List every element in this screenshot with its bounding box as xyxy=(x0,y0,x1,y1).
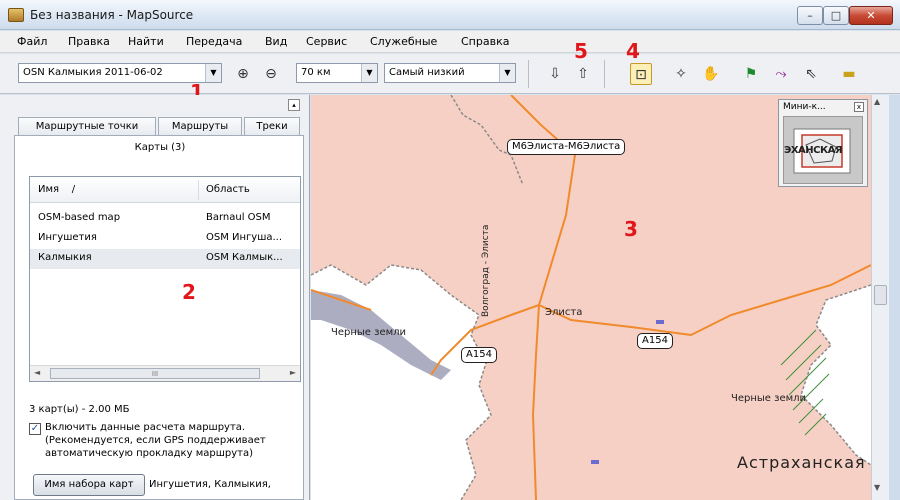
window-title: Без названия - MapSource xyxy=(30,8,194,22)
map-name: Калмыкия xyxy=(38,252,92,263)
map-marker xyxy=(591,460,599,464)
map-area: OSM Калмык... xyxy=(206,252,283,263)
scroll-left-icon[interactable]: ◄ xyxy=(34,368,40,377)
app-icon xyxy=(8,8,24,22)
maps-list: Имя / Область OSM-based map Barnaul OSM … xyxy=(29,176,301,382)
mini-map-title: Мини-к... xyxy=(783,102,826,112)
left-panel: ▴ Маршрутные точки Маршруты Треки Карты … xyxy=(0,95,310,500)
toolbar: OSN Калмыкия 2011-06-02 ▼ ⊕ ⊖ 70 км ▼ Са… xyxy=(0,54,900,94)
title-bar: Без названия - MapSource – □ ✕ xyxy=(0,0,900,30)
area-label-black-lands-right: Черные земли xyxy=(731,393,807,404)
close-button[interactable]: ✕ xyxy=(849,6,893,25)
road-label-a154-right: A154 xyxy=(637,333,673,349)
maps-tab-pane: Карты (3) Имя / Область OSM-based map Ba… xyxy=(14,135,304,500)
callout-4: 4 xyxy=(626,39,640,63)
callout-5: 5 xyxy=(574,39,588,63)
tab-tracks[interactable]: Треки xyxy=(244,117,300,137)
zoom-out-icon[interactable]: ⊖ xyxy=(260,63,282,85)
hand-tool-icon[interactable]: ✋ xyxy=(700,63,722,85)
mini-map-view[interactable]: ЭХАНСКАЯ xyxy=(783,116,863,184)
menu-help[interactable]: Справка xyxy=(461,35,509,48)
chevron-down-icon: ▼ xyxy=(361,64,377,82)
mapset-name-button[interactable]: Имя набора карт xyxy=(33,474,145,496)
list-item[interactable]: Калмыкия OSM Калмык... xyxy=(30,249,300,269)
tab-routes[interactable]: Маршруты xyxy=(158,117,242,137)
chevron-down-icon: ▼ xyxy=(499,64,515,82)
road-label-m6: M6Элиста-M6Элиста xyxy=(507,139,626,155)
horizontal-scrollbar[interactable]: ◄ III ► xyxy=(30,365,300,381)
route-data-checkbox-label: Включить данные расчета маршрута. (Реком… xyxy=(45,422,266,459)
chevron-down-icon: ▼ xyxy=(205,64,221,82)
map-select-tool-icon[interactable]: ⊡ xyxy=(630,63,652,85)
road-label-a154-left: A154 xyxy=(461,347,497,363)
column-name-label: Имя xyxy=(38,184,60,195)
menu-tools[interactable]: Сервис xyxy=(306,35,347,48)
maximize-button[interactable]: □ xyxy=(823,6,849,25)
region-label-astrakhan: Астраханская xyxy=(737,453,866,472)
list-item[interactable]: Ингушетия OSM Ингуша... xyxy=(30,229,300,249)
list-header: Имя / Область xyxy=(30,177,300,203)
scroll-thumb[interactable] xyxy=(874,285,887,305)
close-icon[interactable]: x xyxy=(854,102,864,112)
column-divider[interactable] xyxy=(198,180,199,200)
zoom-in-icon[interactable]: ⊕ xyxy=(232,63,254,85)
menu-file[interactable]: Файл xyxy=(17,35,47,48)
toolbar-separator xyxy=(528,60,529,88)
menu-find[interactable]: Найти xyxy=(128,35,164,48)
zoom-scale-value: 70 км xyxy=(301,67,331,78)
toolbar-separator xyxy=(604,60,605,88)
map-name: Ингушетия xyxy=(38,232,97,243)
menu-bar: Файл Правка Найти Передача Вид Сервис Сл… xyxy=(0,31,900,53)
mini-map-label: ЭХАНСКАЯ xyxy=(784,145,843,156)
map-area: Barnaul OSM xyxy=(206,212,271,223)
measure-tool-icon[interactable]: ▬ xyxy=(838,63,860,85)
scroll-up-icon[interactable]: ▲ xyxy=(874,97,880,106)
map-name: OSM-based map xyxy=(38,212,121,223)
select-pointer-icon[interactable]: ⇖ xyxy=(800,63,822,85)
column-header-name[interactable]: Имя / xyxy=(38,184,75,195)
column-header-area[interactable]: Область xyxy=(206,184,250,195)
road-label-vertical: Волгоград - Элиста xyxy=(481,224,491,317)
window-frame-right xyxy=(889,95,900,500)
mini-map-window[interactable]: Мини-к... x ЭХАНСКАЯ xyxy=(778,99,868,187)
detail-level-select[interactable]: Самый низкий ▼ xyxy=(384,63,516,83)
scroll-down-icon[interactable]: ▼ xyxy=(874,483,880,492)
scroll-thumb[interactable]: III xyxy=(50,368,260,379)
minimize-button[interactable]: – xyxy=(797,6,823,25)
map-product-value: OSN Калмыкия 2011-06-02 xyxy=(23,67,163,78)
zoom-scale-select[interactable]: 70 км ▼ xyxy=(296,63,378,83)
route-tool-icon[interactable]: ⤳ xyxy=(770,63,792,85)
receive-from-device-icon[interactable]: ⇩ xyxy=(544,63,566,85)
send-to-device-icon[interactable]: ⇧ xyxy=(572,63,594,85)
callout-2: 2 xyxy=(182,280,196,304)
map-area: OSM Ингуша... xyxy=(206,232,283,243)
tab-maps[interactable]: Карты (3) xyxy=(15,142,305,153)
menu-edit[interactable]: Правка xyxy=(68,35,110,48)
map-marker xyxy=(656,320,664,324)
tab-waypoints[interactable]: Маршрутные точки xyxy=(18,117,156,137)
scroll-right-icon[interactable]: ► xyxy=(290,368,296,377)
area-label-black-lands-left: Черные земли xyxy=(331,327,407,338)
mapset-name-value: Ингушетия, Калмыкия, xyxy=(149,479,271,490)
sort-icon: / xyxy=(71,184,76,195)
vertical-scrollbar[interactable]: ▲ ▼ xyxy=(871,95,889,500)
maps-count: 3 карт(ы) - 2.00 МБ xyxy=(29,404,130,415)
menu-view[interactable]: Вид xyxy=(265,35,287,48)
menu-utilities[interactable]: Служебные xyxy=(370,35,437,48)
detail-level-value: Самый низкий xyxy=(389,67,465,78)
route-data-checkbox[interactable]: ✓ xyxy=(29,423,41,435)
waypoint-flag-icon[interactable]: ⚑ xyxy=(740,63,762,85)
list-item[interactable]: OSM-based map Barnaul OSM xyxy=(30,209,300,229)
callout-3: 3 xyxy=(624,217,638,241)
menu-transfer[interactable]: Передача xyxy=(186,35,242,48)
zoom-tool-icon[interactable]: ✧ xyxy=(670,63,692,85)
city-label-elista: Элиста xyxy=(545,307,583,318)
panel-collapse-button[interactable]: ▴ xyxy=(288,99,300,111)
